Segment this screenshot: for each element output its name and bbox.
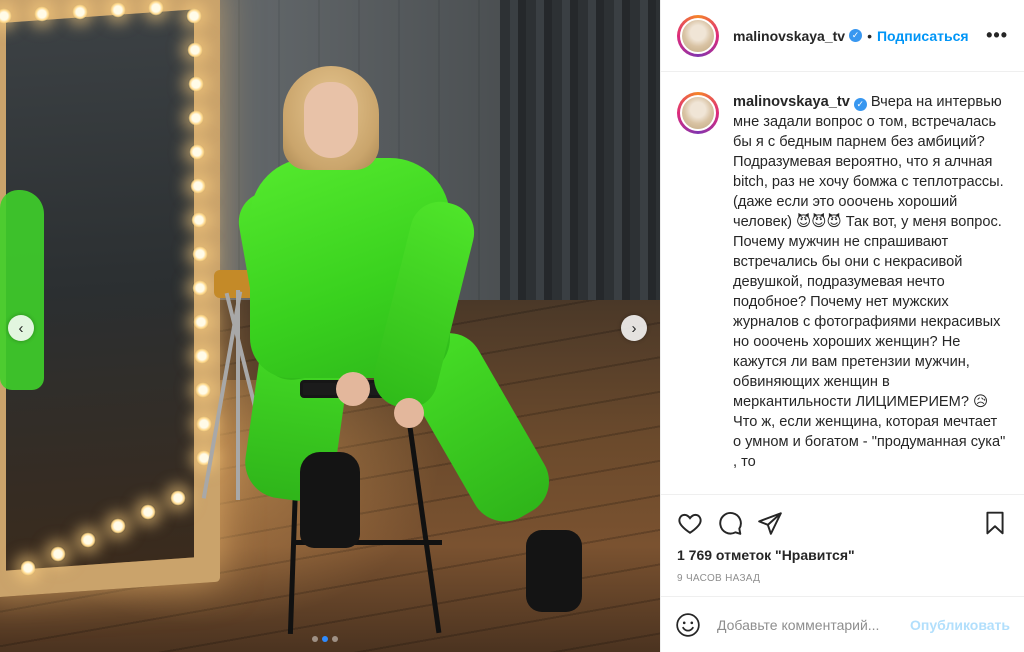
light-bulb (186, 42, 203, 58)
username-link[interactable]: malinovskaya_tv (733, 28, 845, 44)
next-slide-button[interactable]: › (621, 315, 647, 341)
emoji-icon[interactable] (675, 612, 701, 638)
person-boot (300, 452, 360, 548)
chevron-right-icon: › (631, 319, 637, 337)
post-timestamp[interactable]: 9 часов назад (677, 573, 1008, 584)
separator-dot: • (867, 27, 872, 44)
light-bulb (50, 546, 66, 562)
light-bulb (34, 6, 50, 22)
light-bulb (194, 382, 211, 398)
light-bulb (110, 2, 126, 18)
light-bulb (194, 348, 210, 364)
post-view: ‹ › malinovskaya_tv ✓ • Подписаться ••• … (0, 0, 1024, 652)
light-bulb (170, 490, 186, 506)
post-actions: 1 769 отметок "Нравится" 9 часов назад (661, 494, 1024, 584)
comment-icon[interactable] (717, 510, 743, 536)
curtain (500, 0, 660, 340)
carousel-indicator (312, 636, 338, 642)
post-side-panel: malinovskaya_tv ✓ • Подписаться ••• mali… (660, 0, 1024, 652)
light-bulb (20, 560, 36, 576)
person-hand (336, 372, 370, 406)
light-bulb (140, 504, 156, 520)
avatar[interactable] (677, 92, 719, 134)
light-bulb (187, 76, 204, 92)
light-bulb (186, 8, 202, 24)
light-bulb (148, 0, 164, 16)
verified-icon: ✓ (853, 97, 867, 111)
light-bulb (190, 212, 207, 228)
caption-text: Вчера на интервью мне задали вопрос о то… (733, 94, 1010, 470)
light-bulb (80, 532, 96, 548)
share-icon[interactable] (757, 510, 783, 536)
carousel-dot (322, 636, 328, 642)
light-bulb (190, 178, 206, 194)
avatar[interactable] (677, 14, 719, 57)
person-hand (394, 398, 424, 428)
publish-button[interactable]: Опубликовать (910, 617, 1010, 633)
person-boot (526, 530, 582, 612)
mirror-reflection (0, 190, 44, 390)
previous-slide-button[interactable]: ‹ (8, 315, 34, 341)
light-bulb (72, 4, 88, 20)
bookmark-icon[interactable] (982, 510, 1008, 536)
caption-username[interactable]: malinovskaya_tv (733, 94, 850, 110)
carousel-dot (332, 636, 338, 642)
chevron-left-icon: ‹ (18, 319, 24, 337)
post-photo[interactable]: ‹ › (0, 0, 660, 652)
post-header: malinovskaya_tv ✓ • Подписаться ••• (661, 0, 1024, 72)
comment-input[interactable] (717, 616, 911, 633)
person-face (304, 82, 358, 158)
add-comment-bar: Опубликовать (661, 596, 1024, 652)
more-icon[interactable]: ••• (986, 25, 1008, 46)
verified-icon: ✓ (849, 29, 863, 42)
light-bulb (110, 518, 126, 534)
caption-area: malinovskaya_tv ✓ Вчера на интервью мне з… (661, 72, 1024, 494)
caption: malinovskaya_tv ✓ Вчера на интервью мне з… (733, 92, 1008, 472)
light-bulb (191, 246, 208, 262)
likes-count[interactable]: 1 769 отметок "Нравится" (677, 547, 1008, 563)
follow-button[interactable]: Подписаться (877, 28, 969, 44)
carousel-dot (312, 636, 318, 642)
heart-icon[interactable] (677, 510, 703, 536)
